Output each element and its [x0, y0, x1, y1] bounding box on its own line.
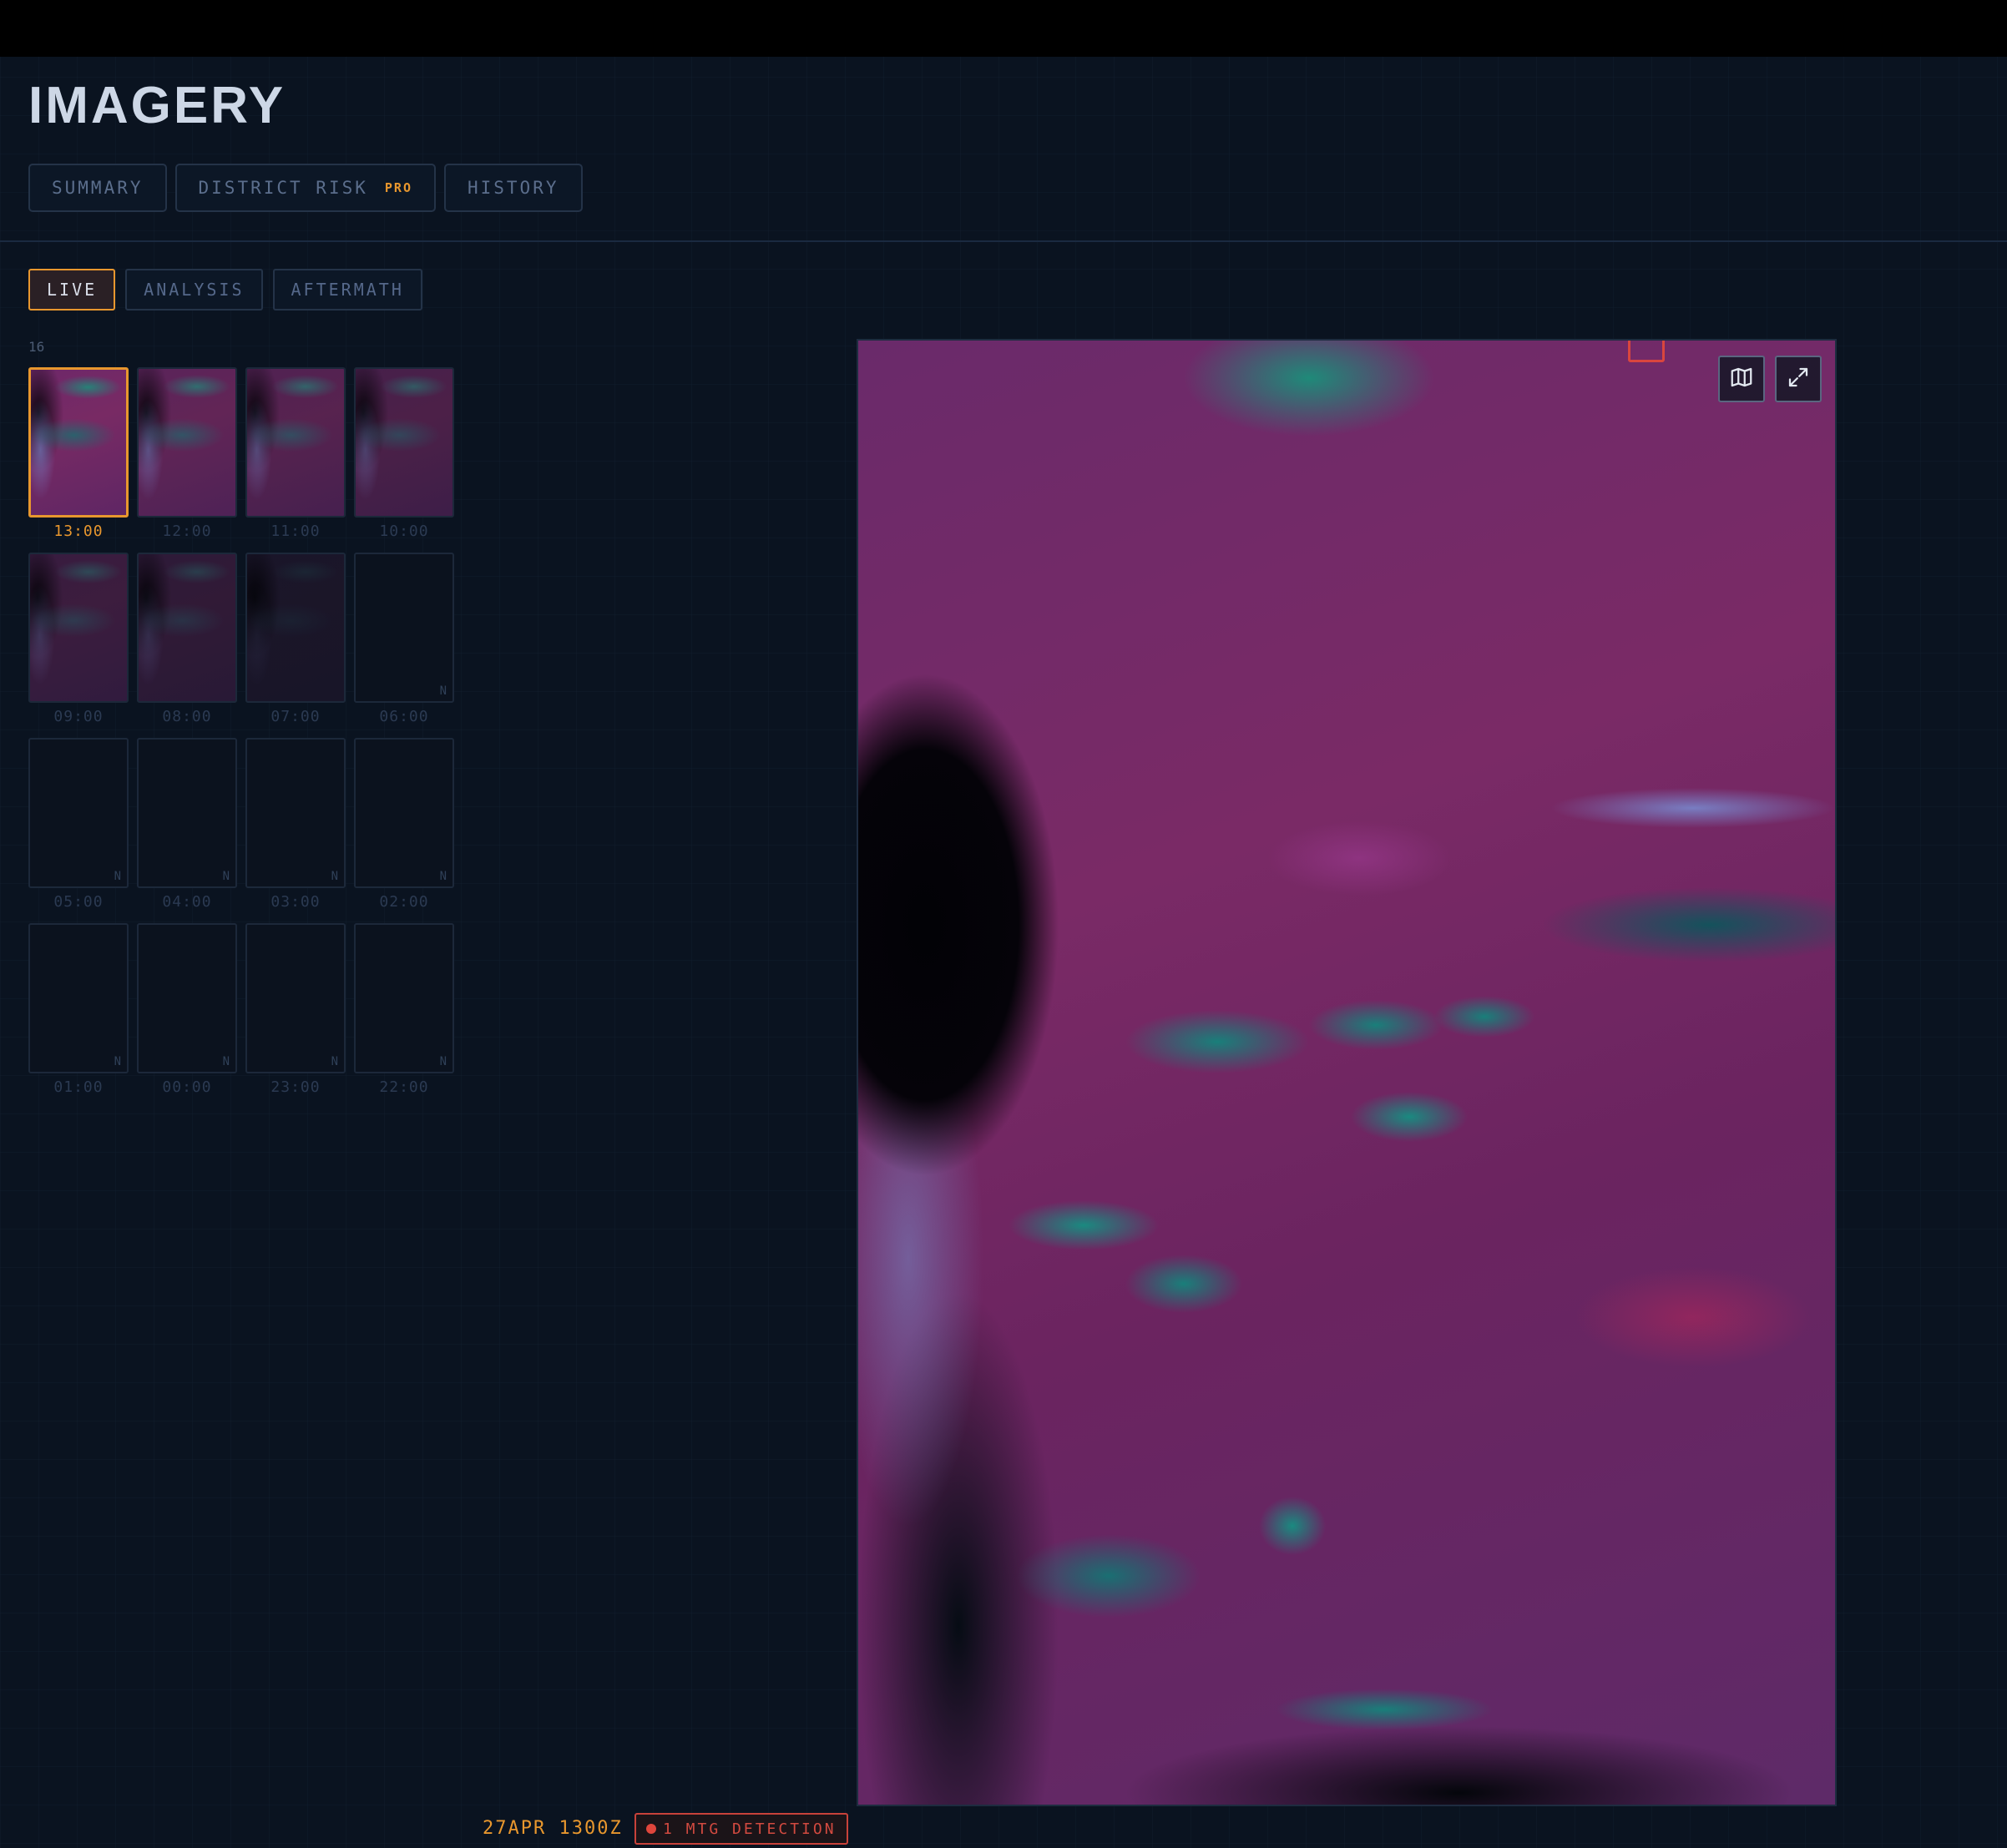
frame-thumbnail[interactable]: 10:00 — [354, 367, 454, 544]
frame-time-label: 22:00 — [379, 1078, 429, 1096]
frame-time-label: 00:00 — [162, 1078, 212, 1096]
frame-time-label: 08:00 — [162, 708, 212, 725]
mode-toggle: LIVE ANALYSIS AFTERMATH — [28, 269, 422, 311]
frame-time-label: 12:00 — [162, 523, 212, 540]
frame-thumbnail[interactable]: N 01:00 — [28, 923, 129, 1100]
frame-time-label: 04:00 — [162, 893, 212, 911]
frame-thumbnail[interactable]: N 04:00 — [137, 738, 237, 915]
frame-thumbnail[interactable]: 07:00 — [245, 553, 346, 730]
tab-district-risk[interactable]: DISTRICT RISK PRO — [174, 164, 436, 212]
no-data-marker: N — [222, 870, 230, 883]
frame-thumbnail-image: N — [137, 738, 237, 888]
frame-thumbnail[interactable]: N 03:00 — [245, 738, 346, 915]
no-data-marker: N — [222, 1055, 230, 1068]
frame-time-label: 23:00 — [270, 1078, 321, 1096]
no-data-marker: N — [114, 1055, 121, 1068]
map-icon — [1729, 365, 1754, 393]
frame-thumbnail-image: N — [354, 923, 454, 1073]
no-data-marker: N — [439, 684, 447, 698]
mode-live-button[interactable]: LIVE — [28, 269, 116, 311]
frame-time-label: 01:00 — [53, 1078, 104, 1096]
frame-thumbnail-image: N — [245, 738, 346, 888]
frame-thumbnail-image — [137, 553, 237, 703]
frame-thumbnail-image: N — [354, 738, 454, 888]
page-title: IMAGERY — [28, 77, 286, 134]
frame-thumbnail[interactable]: N 02:00 — [354, 738, 454, 915]
tab-summary[interactable]: SUMMARY — [28, 164, 167, 212]
alert-dot-icon — [646, 1824, 656, 1834]
mode-analysis-button[interactable]: ANALYSIS — [125, 269, 263, 311]
frame-timestamp: 27APR 1300Z — [483, 1818, 623, 1839]
frame-thumbnail[interactable]: N 00:00 — [137, 923, 237, 1100]
frame-thumbnail-image — [137, 367, 237, 518]
top-bar — [0, 0, 2007, 57]
frame-thumbnail[interactable]: N 23:00 — [245, 923, 346, 1100]
frame-time-label: 07:00 — [270, 708, 321, 725]
frame-thumbnail[interactable]: 08:00 — [137, 553, 237, 730]
tab-district-risk-label: DISTRICT RISK — [198, 178, 368, 198]
frame-thumbnail-image: N — [28, 923, 129, 1073]
frame-thumbnail[interactable]: 11:00 — [245, 367, 346, 544]
no-data-marker: N — [331, 870, 338, 883]
frame-thumbnail[interactable]: 12:00 — [137, 367, 237, 544]
detection-marker[interactable] — [1628, 341, 1665, 362]
frame-time-label: 10:00 — [379, 523, 429, 540]
frame-time-label: 11:00 — [270, 523, 321, 540]
frame-thumbnail[interactable]: N 22:00 — [354, 923, 454, 1100]
header-divider — [0, 240, 2007, 242]
frame-time-label: 09:00 — [53, 708, 104, 725]
frame-thumbnail-image: N — [245, 923, 346, 1073]
frame-thumbnail[interactable]: N 06:00 — [354, 553, 454, 730]
imagery-viewer[interactable] — [857, 339, 1837, 1806]
pro-badge: PRO — [384, 180, 412, 195]
expand-icon — [1786, 365, 1811, 393]
tab-history-label: HISTORY — [467, 178, 559, 198]
no-data-marker: N — [439, 1055, 447, 1068]
frame-thumbnail-image: N — [137, 923, 237, 1073]
mode-aftermath-button[interactable]: AFTERMATH — [272, 269, 422, 311]
tab-history[interactable]: HISTORY — [443, 164, 583, 212]
frame-count: 16 — [28, 339, 45, 355]
fullscreen-button[interactable] — [1775, 356, 1822, 402]
no-data-marker: N — [114, 870, 121, 883]
frame-thumbnail-image: N — [354, 553, 454, 703]
map-toggle-button[interactable] — [1718, 356, 1765, 402]
frame-time-label: 13:00 — [53, 523, 104, 540]
frame-thumbnail-image — [354, 367, 454, 518]
frame-grid: 13:00 12:00 11:00 10:00 09:00 08:00 07:00 N 06:0… — [28, 367, 454, 1100]
frame-thumbnail-image — [28, 367, 129, 518]
tab-summary-label: SUMMARY — [52, 178, 144, 198]
frame-thumbnail-image — [245, 367, 346, 518]
frame-time-label: 06:00 — [379, 708, 429, 725]
frame-time-label: 05:00 — [53, 893, 104, 911]
no-data-marker: N — [331, 1055, 338, 1068]
frame-thumbnail[interactable]: 09:00 — [28, 553, 129, 730]
section-tabs: SUMMARY DISTRICT RISK PRO HISTORY — [28, 164, 583, 212]
frame-thumbnail-image — [28, 553, 129, 703]
frame-time-label: 02:00 — [379, 893, 429, 911]
frame-thumbnail-image: N — [28, 738, 129, 888]
frame-time-label: 03:00 — [270, 893, 321, 911]
detection-badge[interactable]: 1 MTG DETECTION — [634, 1813, 848, 1845]
frame-thumbnail[interactable]: 13:00 — [28, 367, 129, 544]
detection-label: 1 MTG DETECTION — [663, 1820, 837, 1838]
frame-thumbnail-image — [245, 553, 346, 703]
frame-thumbnail[interactable]: N 05:00 — [28, 738, 129, 915]
no-data-marker: N — [439, 870, 447, 883]
